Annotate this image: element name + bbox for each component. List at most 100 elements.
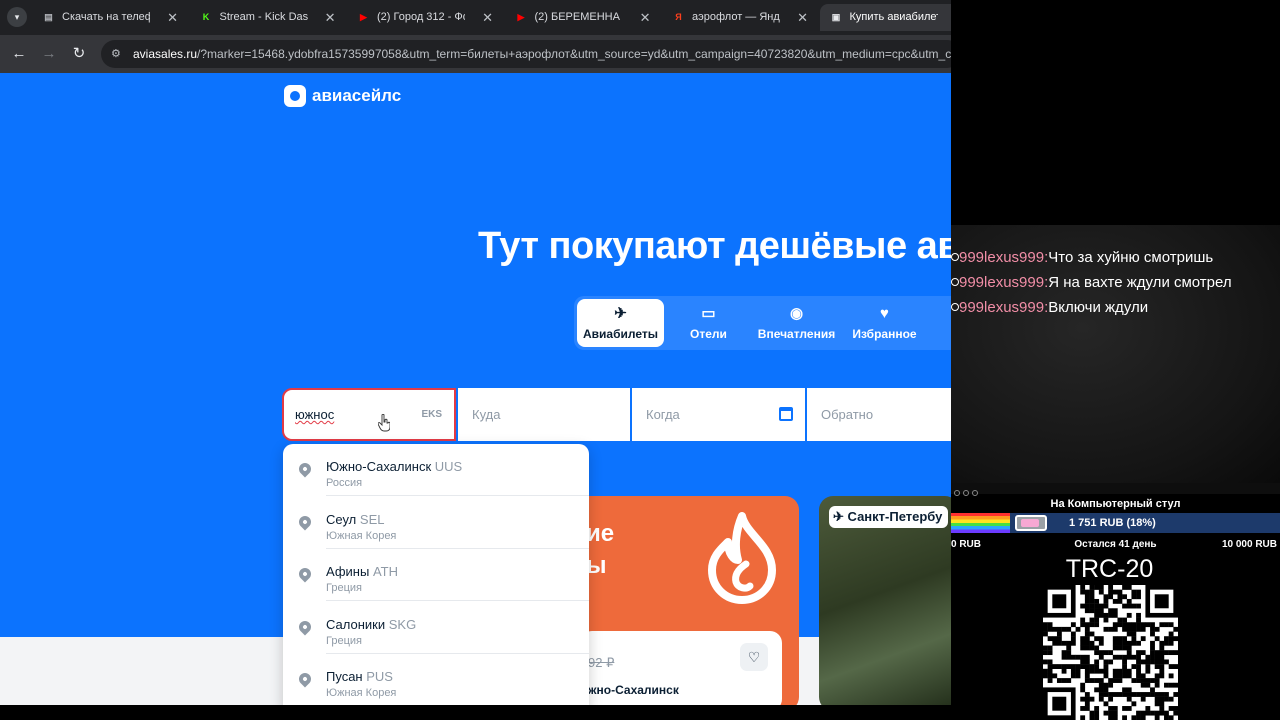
suggestion-city: Сеул SEL bbox=[326, 512, 384, 527]
location-pin-icon bbox=[296, 670, 314, 688]
suggestion-item[interactable]: Салоники SKG Греция bbox=[283, 602, 589, 654]
close-icon[interactable]: ✕ bbox=[325, 4, 336, 31]
origin-input-value[interactable]: южнос bbox=[295, 390, 334, 439]
offer-city: жно-Сахалинск bbox=[588, 683, 679, 697]
site-info-icon[interactable]: ⚙ bbox=[111, 47, 125, 61]
suggestion-country: Россия bbox=[326, 477, 363, 489]
reload-button[interactable]: ↻ bbox=[69, 44, 89, 64]
service-tab-label: Авиабилеты bbox=[583, 327, 658, 341]
service-tab[interactable]: ✈ Авиабилеты bbox=[577, 299, 664, 347]
kick-icon: K bbox=[202, 12, 210, 22]
address-bar[interactable]: ⚙ aviasales.ru/?marker=15468.ydobfra1573… bbox=[101, 40, 951, 68]
suggestion-city-name: Сеул bbox=[326, 511, 357, 527]
overlay-control-bar bbox=[951, 483, 1280, 496]
close-icon[interactable]: ✕ bbox=[482, 4, 493, 31]
logo-text: авиасейлс bbox=[312, 86, 402, 105]
chat-message: 999lexus999:Включи ждули bbox=[951, 298, 1280, 318]
origin-field[interactable]: южнос EKS bbox=[282, 388, 456, 441]
chat-bullet-icon bbox=[951, 253, 959, 261]
service-tab[interactable]: ▭ Отели bbox=[665, 299, 752, 347]
calendar-icon[interactable] bbox=[779, 407, 793, 421]
goal-max: 10 000 RUB bbox=[1221, 539, 1277, 550]
target-icon: ◉ bbox=[789, 305, 804, 322]
offer-card[interactable]: 92 ₽ жно-Сахалинск ♡ bbox=[580, 631, 782, 705]
chat-text: Я на вахте ждули смотрел bbox=[1048, 274, 1232, 291]
browser-tab[interactable]: Яаэрофлот — Яндекс ✕ bbox=[662, 4, 816, 31]
service-tab-label: Впечатления bbox=[757, 327, 836, 341]
location-pin-icon bbox=[296, 565, 314, 583]
destination-placeholder: Куда bbox=[472, 407, 501, 422]
suggestion-item[interactable]: Южно-Сахалинск UUS Россия bbox=[283, 444, 589, 496]
location-pin-icon bbox=[296, 618, 314, 635]
location-pin-icon bbox=[296, 460, 314, 478]
forward-button[interactable]: → bbox=[39, 44, 59, 64]
favorite-heart-icon[interactable]: ♡ bbox=[740, 643, 768, 671]
service-tab[interactable]: ◉ Впечатления bbox=[753, 299, 840, 347]
crypto-label: TRC-20 bbox=[1065, 555, 1154, 583]
close-icon[interactable]: ✕ bbox=[797, 4, 808, 31]
suggestion-city-name: Афины bbox=[326, 564, 370, 579]
suggestion-item[interactable]: Афины ATH Греция bbox=[283, 549, 589, 601]
suggestion-city-name: Салоники bbox=[326, 616, 386, 632]
youtube-icon: ▶ bbox=[517, 12, 525, 22]
suggestion-item[interactable]: Пусан PUS Южная Корея bbox=[283, 654, 589, 705]
browser-tab[interactable]: ▤ Скачать на телефон ✕ bbox=[32, 4, 186, 31]
youtube-icon: ▶ bbox=[360, 12, 367, 22]
chat-text: Что за хуйню смотришь bbox=[1048, 249, 1214, 266]
destination-field[interactable]: Куда bbox=[458, 388, 630, 441]
donation-goal: На Компьютерный стул 1 751 RUB (18%) 0 R… bbox=[951, 495, 1280, 555]
suggestion-city: Афины ATH bbox=[326, 564, 398, 579]
heart-icon: ♥ bbox=[880, 305, 889, 322]
yandex-icon: Я bbox=[675, 12, 682, 22]
tab-title: (2) Город 312 - Фонарь bbox=[377, 11, 465, 23]
chat-username: 999lexus999: bbox=[959, 249, 1049, 266]
date-field[interactable]: Когда bbox=[632, 388, 805, 441]
return-date-field[interactable]: Обратно bbox=[807, 388, 951, 441]
hand-cursor-icon bbox=[378, 414, 390, 432]
tab-title: Stream - Kick Dashboard bbox=[219, 11, 308, 23]
photo-tag: ✈ Санкт-Петербу bbox=[829, 506, 949, 528]
tab-bar: ▾ ▤ Скачать на телефон ✕ K Stream - Kick Das… bbox=[0, 0, 951, 35]
chat-message: 999lexus999:Я на вахте ждули смотрел bbox=[951, 273, 1280, 293]
back-button[interactable]: ← bbox=[9, 44, 29, 64]
browser-tab[interactable]: ▣ Купить авиабилеты дешево bbox=[819, 4, 951, 31]
plane-icon: ✈ bbox=[614, 305, 627, 322]
suggestion-country: Греция bbox=[326, 582, 362, 594]
close-icon[interactable]: ✕ bbox=[640, 4, 651, 31]
chat-username: 999lexus999: bbox=[959, 299, 1049, 316]
suggestion-code: SKG bbox=[388, 616, 417, 632]
photo-card[interactable]: ✈ Санкт-Петербу bbox=[819, 496, 951, 705]
offer-price: 92 ₽ bbox=[588, 655, 615, 670]
browser-tab[interactable]: ▶ (2) Город 312 - Фонарь ✕ bbox=[347, 4, 501, 31]
url-path: /?marker=15468.ydobfra15735997058&utm_te… bbox=[197, 47, 951, 61]
origin-code: EKS bbox=[421, 409, 442, 420]
qr-code-icon bbox=[1043, 585, 1178, 720]
suggestion-country: Южная Корея bbox=[326, 687, 397, 699]
browser-tab[interactable]: ▶ (2) БЕРЕМЕННА В 16 ✕ bbox=[505, 4, 659, 31]
plane-icon: ✈ bbox=[833, 509, 848, 524]
tab-title: аэрофлот — Яндекс bbox=[692, 11, 780, 23]
chat-bullet-icon bbox=[951, 278, 959, 286]
browser-tab[interactable]: K Stream - Kick Dashboard ✕ bbox=[190, 4, 344, 31]
suggestion-code: SEL bbox=[359, 511, 385, 527]
service-tab[interactable]: ♥ Избранное bbox=[841, 299, 928, 347]
suggestion-city: Пусан PUS bbox=[326, 669, 393, 684]
suggestions-dropdown: Южно-Сахалинск UUS Россия Сеул SEL Южная Ко… bbox=[283, 444, 589, 705]
goal-title: На Компьютерный стул bbox=[1050, 498, 1181, 510]
close-icon[interactable]: ✕ bbox=[167, 4, 178, 31]
goal-amount: 1 751 RUB (18%) bbox=[1069, 517, 1156, 529]
browser-window: ▾ ▤ Скачать на телефон ✕ K Stream - Kick Das… bbox=[0, 0, 951, 705]
photo-tag-text: Санкт-Петербу bbox=[847, 509, 943, 524]
chat-message: 999lexus999:Что за хуйню смотришь bbox=[951, 248, 1280, 268]
suggestion-code: UUS bbox=[434, 459, 463, 474]
chat-username: 999lexus999: bbox=[959, 274, 1049, 291]
suggestion-country: Южная Корея bbox=[326, 529, 397, 542]
suggestion-city: Южно-Сахалинск UUS bbox=[326, 459, 462, 474]
aviasales-page: авиасейлс Тут покупают дешёвые ав ✈ Авиаб… bbox=[0, 73, 951, 705]
aviasales-logo[interactable]: авиасейлс bbox=[284, 84, 401, 108]
tab-search-icon[interactable]: ▾ bbox=[7, 7, 27, 27]
location-pin-icon bbox=[296, 513, 314, 530]
suggestion-item[interactable]: Сеул SEL Южная Корея bbox=[283, 497, 589, 549]
goal-progress-fill bbox=[951, 513, 1011, 533]
suggestion-code: PUS bbox=[366, 669, 393, 684]
